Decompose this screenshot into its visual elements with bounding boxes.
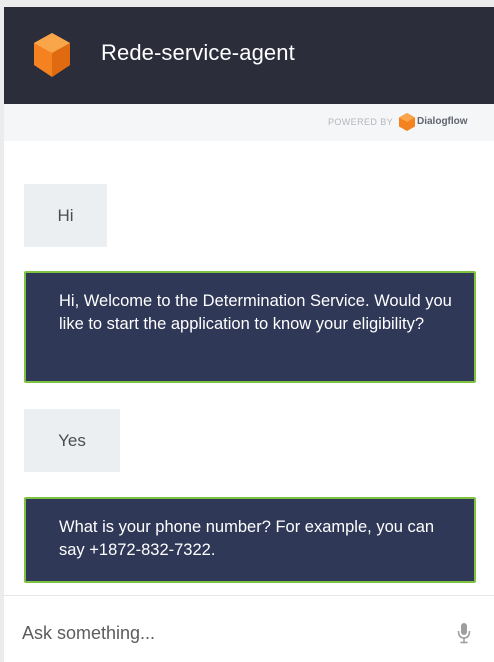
microphone-icon[interactable] <box>457 622 471 644</box>
powered-by-bar: POWERED BY Dialogflow <box>4 104 494 141</box>
cube-logo-icon <box>34 33 70 77</box>
user-message: Yes <box>24 409 120 472</box>
dialogflow-brand: Dialogflow <box>417 116 468 127</box>
message-list: Hi Hi, Welcome to the Determination Serv… <box>4 141 494 595</box>
user-message: Hi <box>24 184 107 247</box>
powered-by-label: POWERED BY <box>327 117 393 127</box>
chat-header: Rede-service-agent <box>4 7 494 104</box>
chat-window: Rede-service-agent POWERED BY Dialogflow… <box>4 7 494 662</box>
agent-message: What is your phone number? For example, … <box>24 497 476 583</box>
dialogflow-logo-icon <box>399 113 415 131</box>
message-input-bar <box>4 595 494 662</box>
agent-message: Hi, Welcome to the Determination Service… <box>24 271 476 383</box>
agent-title: Rede-service-agent <box>101 40 295 65</box>
ask-input[interactable] <box>22 613 442 653</box>
